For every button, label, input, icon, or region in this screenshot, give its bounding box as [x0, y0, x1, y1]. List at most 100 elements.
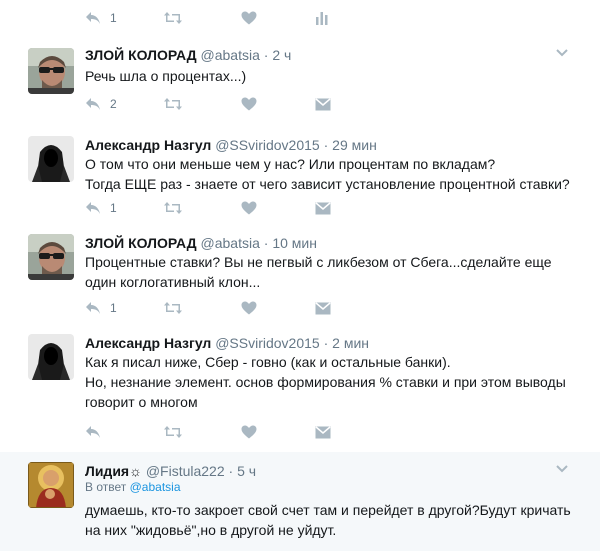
- direct-message-button[interactable]: [315, 198, 331, 218]
- timestamp[interactable]: 10 мин: [272, 235, 317, 251]
- separator-dot: ·: [323, 335, 329, 351]
- tweet[interactable]: Александр Назгул @SSviridov2015 · 2 мин …: [0, 324, 600, 453]
- envelope-icon: [315, 301, 331, 314]
- tweet[interactable]: Александр Назгул @SSviridov2015 · 29 мин…: [0, 126, 600, 225]
- timestamp[interactable]: 2 ч: [272, 47, 291, 63]
- reply-count: 1: [110, 201, 117, 215]
- tweet-text: думаешь, кто-то закроет свой счет там и …: [85, 500, 585, 540]
- like-button[interactable]: [241, 8, 257, 28]
- direct-message-button[interactable]: [315, 422, 331, 442]
- reply-button[interactable]: 1: [85, 198, 117, 218]
- reply-icon: [86, 302, 100, 314]
- retweet-icon: [164, 12, 182, 24]
- reply-icon: [86, 12, 100, 24]
- tweet-actions: 1: [85, 198, 385, 218]
- reply-to-label: В ответ: [85, 480, 127, 494]
- display-name[interactable]: Александр Назгул: [85, 335, 211, 351]
- hooded-figure-avatar: [28, 334, 74, 380]
- analytics-icon: [316, 12, 328, 25]
- reply-button[interactable]: 2: [85, 94, 117, 114]
- tweet-menu-button[interactable]: [554, 44, 570, 60]
- reply-icon: [86, 202, 100, 214]
- chevron-down-icon: [556, 465, 568, 473]
- timestamp[interactable]: 2 мин: [332, 335, 369, 351]
- tweet-text: О том что они меньше чем у нас? Или проц…: [85, 154, 585, 194]
- retweet-button[interactable]: [163, 94, 183, 114]
- reply-icon: [86, 426, 100, 438]
- retweet-button[interactable]: [163, 198, 183, 218]
- user-handle[interactable]: @abatsia: [201, 235, 260, 251]
- avatar[interactable]: [28, 234, 74, 280]
- retweet-icon: [164, 98, 182, 110]
- tweet-actions: 2: [85, 94, 385, 114]
- reply-count: 1: [110, 11, 117, 25]
- retweet-button[interactable]: [163, 298, 183, 318]
- tweet-actions: 1: [85, 298, 385, 318]
- tweet-text-line: Тогда ЕЩЕ раз - знаете от чего зависит у…: [85, 176, 570, 192]
- user-handle[interactable]: @SSviridov2015: [215, 335, 320, 351]
- reply-button[interactable]: 1: [85, 8, 117, 28]
- display-name[interactable]: ЗЛОЙ КОЛОРАД: [85, 47, 197, 63]
- tweet-text-line: на них "жидовьё",но в другой не уйдут.: [85, 522, 337, 538]
- reply-button[interactable]: [85, 422, 110, 442]
- display-name[interactable]: ЗЛОЙ КОЛОРАД: [85, 235, 197, 251]
- avatar[interactable]: [28, 334, 74, 380]
- separator-dot: ·: [323, 137, 329, 153]
- display-name[interactable]: Александр Назгул: [85, 137, 211, 153]
- avatar[interactable]: [28, 48, 74, 94]
- user-handle[interactable]: @abatsia: [201, 47, 260, 63]
- reply-context: В ответ @abatsia: [85, 480, 181, 494]
- display-name[interactable]: Лидия☼: [85, 463, 142, 479]
- like-button[interactable]: [241, 94, 257, 114]
- retweet-button[interactable]: [163, 8, 183, 28]
- tweet-text-line: думаешь, кто-то закроет свой счет там и …: [85, 502, 571, 518]
- timestamp[interactable]: 29 мин: [332, 137, 377, 153]
- tweet-text-line: Но, незнание элемент. основ формирования…: [85, 374, 566, 390]
- tweet-text-line: Процентные ставки? Вы не пегвый с ликбез…: [85, 254, 552, 270]
- tweet[interactable]: ЗЛОЙ КОЛОРАД @abatsia · 10 мин Процентны…: [0, 224, 600, 325]
- retweet-icon: [164, 302, 182, 314]
- direct-message-button[interactable]: [315, 298, 331, 318]
- heart-icon: [241, 11, 257, 25]
- like-button[interactable]: [241, 198, 257, 218]
- timestamp[interactable]: 5 ч: [237, 463, 256, 479]
- avatar[interactable]: [28, 462, 74, 508]
- reply-button[interactable]: 1: [85, 298, 117, 318]
- heart-icon: [241, 301, 257, 315]
- direct-message-button[interactable]: [315, 94, 331, 114]
- analytics-button[interactable]: [315, 8, 329, 28]
- reply-count: 1: [110, 301, 117, 315]
- envelope-icon: [315, 425, 331, 438]
- reply-icon: [86, 98, 100, 110]
- hooded-figure-avatar: [28, 136, 74, 182]
- user-handle[interactable]: @Fistula222: [146, 463, 225, 479]
- tweet-header: Александр Назгул @SSviridov2015 · 29 мин: [85, 136, 377, 154]
- envelope-icon: [315, 201, 331, 214]
- retweet-button[interactable]: [163, 422, 183, 442]
- separator-dot: ·: [263, 235, 269, 251]
- heart-icon: [241, 97, 257, 111]
- tweet-header: ЗЛОЙ КОЛОРАД @abatsia · 2 ч: [85, 46, 291, 64]
- retweet-icon: [164, 426, 182, 438]
- like-button[interactable]: [241, 298, 257, 318]
- tweet-menu-button[interactable]: [554, 460, 570, 476]
- man-with-sunglasses-avatar: [28, 48, 74, 94]
- tweet-text-line: один коглогативный клон...: [85, 274, 261, 290]
- chevron-down-icon: [556, 49, 568, 57]
- tweet[interactable]: ЗЛОЙ КОЛОРАД @abatsia · 2 ч Речь шла о п…: [0, 36, 600, 127]
- avatar[interactable]: [28, 136, 74, 182]
- tweet[interactable]: Лидия☼ @Fistula222 · 5 ч В ответ @abatsi…: [0, 452, 600, 551]
- user-handle[interactable]: @SSviridov2015: [215, 137, 320, 153]
- separator-dot: ·: [263, 47, 269, 63]
- like-button[interactable]: [241, 422, 257, 442]
- tweet-fragment: 1: [0, 0, 600, 37]
- heart-icon: [241, 201, 257, 215]
- reply-to-user-link[interactable]: @abatsia: [130, 480, 181, 494]
- tweet-text-line: Как я писал ниже, Сбер - говно (как и ос…: [85, 354, 451, 370]
- retweet-icon: [164, 202, 182, 214]
- tweet-text-line: О том что они меньше чем у нас? Или проц…: [85, 156, 496, 172]
- reply-count: 2: [110, 97, 117, 111]
- envelope-icon: [315, 97, 331, 110]
- icon-painting-avatar: [28, 462, 74, 508]
- tweet-text: Речь шла о процентах...): [85, 66, 585, 86]
